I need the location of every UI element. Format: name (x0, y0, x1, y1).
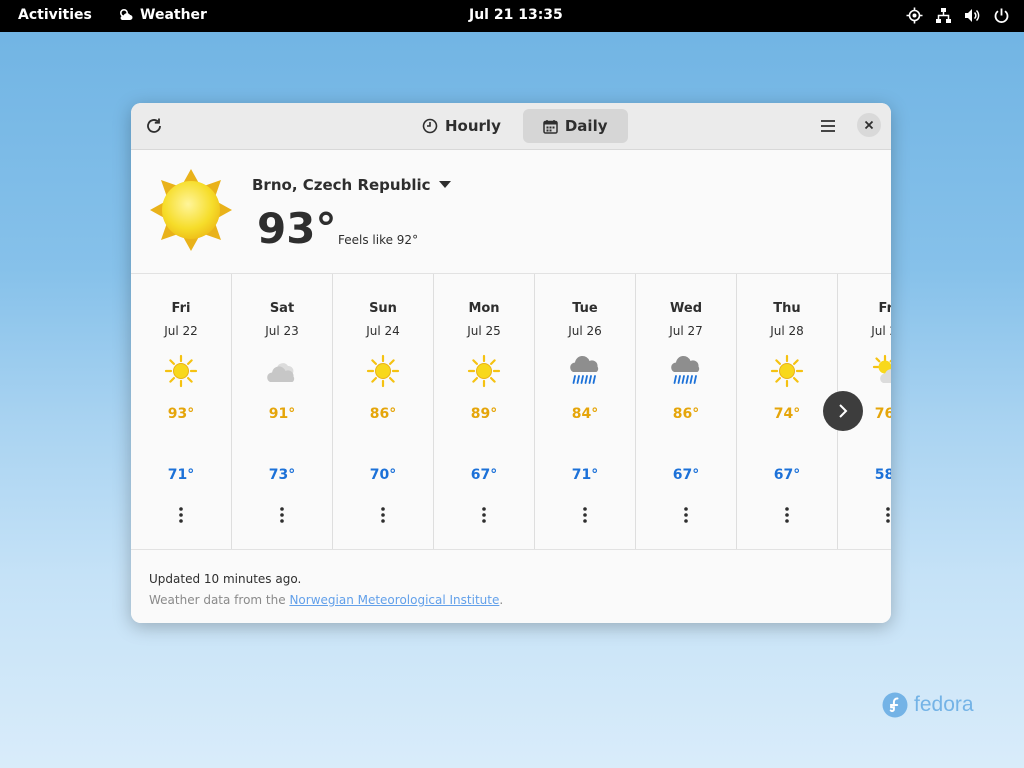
app-menu[interactable]: Weather (118, 7, 207, 23)
clock-icon (422, 118, 438, 134)
forecast-day[interactable]: Mon Jul 25 89° 67° (434, 274, 535, 549)
updated-text: Updated 10 minutes ago. (149, 572, 302, 586)
location-icon (906, 7, 923, 24)
system-tray[interactable] (906, 7, 1010, 24)
more-details-icon[interactable] (883, 506, 891, 524)
dropdown-arrow-icon (438, 181, 451, 188)
more-details-icon[interactable] (681, 506, 691, 524)
current-conditions: Brno, Czech Republic 93° Feels like 92° (131, 150, 891, 274)
forecast-day[interactable]: Sat Jul 23 91° 73° (232, 274, 333, 549)
forecast-day-name: Tue (572, 301, 598, 316)
refresh-icon (147, 118, 161, 133)
attribution-prefix: Weather data from the (149, 593, 290, 607)
attribution-text: Weather data from the Norwegian Meteorol… (149, 593, 503, 607)
main-menu-button[interactable] (811, 109, 845, 143)
forecast-low-temp: 70° (369, 467, 397, 483)
forecast-low-temp: 58° (874, 467, 891, 483)
sun-icon (164, 354, 198, 388)
forecast-high-temp: 93° (167, 406, 195, 422)
footer: Updated 10 minutes ago. Weather data fro… (131, 551, 891, 623)
rain-icon (568, 354, 602, 388)
forecast-low-temp: 67° (470, 467, 498, 483)
forecast-high-temp: 86° (369, 406, 397, 422)
forecast-low-temp: 67° (672, 467, 700, 483)
close-button[interactable] (857, 113, 881, 137)
forecast-day[interactable]: Tue Jul 26 84° 71° (535, 274, 636, 549)
scroll-next-button[interactable] (823, 391, 863, 431)
forecast-high-temp: 86° (672, 406, 700, 422)
forecast-low-temp: 73° (268, 467, 296, 483)
close-icon (864, 120, 874, 130)
network-icon (936, 8, 951, 23)
tab-hourly-label: Hourly (445, 117, 501, 135)
app-name: Weather (140, 7, 207, 23)
attribution-link[interactable]: Norwegian Meteorological Institute (289, 593, 499, 607)
more-details-icon[interactable] (378, 506, 388, 524)
forecast-date: Jul 26 (568, 324, 602, 338)
forecast-date: Jul 24 (366, 324, 400, 338)
sun-icon (770, 354, 804, 388)
location-selector[interactable]: Brno, Czech Republic (252, 176, 451, 194)
more-details-icon[interactable] (479, 506, 489, 524)
forecast-day-name: Fri (171, 301, 191, 316)
view-switcher: Hourly Daily (402, 109, 628, 143)
forecast-date: Jul 29 (871, 324, 891, 338)
forecast-day-name: Fri (878, 301, 891, 316)
attribution-suffix: . (499, 593, 504, 607)
forecast-low-temp: 71° (167, 467, 195, 483)
feels-like: Feels like 92° (338, 233, 419, 247)
forecast-date: Jul 28 (770, 324, 804, 338)
tab-hourly[interactable]: Hourly (402, 109, 521, 143)
refresh-button[interactable] (137, 109, 171, 143)
sun-icon (366, 354, 400, 388)
more-details-icon[interactable] (782, 506, 792, 524)
forecast-high-temp: 74° (773, 406, 801, 422)
header-bar: Hourly Daily (131, 103, 891, 150)
forecast-date: Jul 27 (669, 324, 703, 338)
power-icon (994, 8, 1009, 23)
fedora-logo-icon (882, 692, 908, 718)
forecast-day[interactable]: Wed Jul 27 86° 67° (636, 274, 737, 549)
sun-cloud-icon (871, 354, 891, 388)
daily-forecast: Fri Jul 22 93° 71° Sat Jul 23 91° 73° Sun Jul 24 8… (131, 274, 891, 550)
cloudy-icon (265, 354, 299, 388)
sun-icon (150, 169, 232, 251)
activities-button[interactable]: Activities (18, 7, 92, 23)
forecast-low-temp: 71° (571, 467, 599, 483)
more-details-icon[interactable] (580, 506, 590, 524)
current-temperature: 93° (257, 204, 337, 253)
forecast-day-name: Sun (369, 301, 397, 316)
location-name: Brno, Czech Republic (252, 176, 431, 194)
calendar-icon (543, 119, 558, 134)
chevron-right-icon (839, 404, 848, 418)
forecast-day-name: Sat (269, 301, 295, 316)
tab-daily[interactable]: Daily (522, 109, 628, 143)
weather-window: Hourly Daily Brno, Czech Republic 93° Fe… (131, 103, 891, 623)
forecast-date: Jul 25 (467, 324, 501, 338)
forecast-low-temp: 67° (773, 467, 801, 483)
forecast-day-name: Thu (773, 301, 801, 316)
hamburger-menu-icon (821, 120, 835, 132)
forecast-date: Jul 23 (265, 324, 299, 338)
forecast-day[interactable]: Sun Jul 24 86° 70° (333, 274, 434, 549)
forecast-date: Jul 22 (164, 324, 198, 338)
forecast-high-temp: 89° (470, 406, 498, 422)
clock[interactable]: Jul 21 13:35 (469, 7, 563, 23)
forecast-day-name: Mon (468, 301, 500, 316)
forecast-high-temp: 91° (268, 406, 296, 422)
more-details-icon[interactable] (176, 506, 186, 524)
fedora-logo: fedora (882, 692, 974, 718)
tab-daily-label: Daily (564, 117, 608, 135)
more-details-icon[interactable] (277, 506, 287, 524)
forecast-day-name: Wed (670, 301, 702, 316)
forecast-day[interactable]: Fri Jul 22 93° 71° (131, 274, 232, 549)
top-bar: Activities Weather Jul 21 13:35 (0, 0, 1024, 32)
sun-icon (467, 354, 501, 388)
forecast-high-temp: 84° (571, 406, 599, 422)
volume-icon (965, 9, 980, 22)
rain-icon (669, 354, 703, 388)
fedora-logo-text: fedora (914, 693, 974, 716)
weather-app-icon (119, 8, 133, 20)
